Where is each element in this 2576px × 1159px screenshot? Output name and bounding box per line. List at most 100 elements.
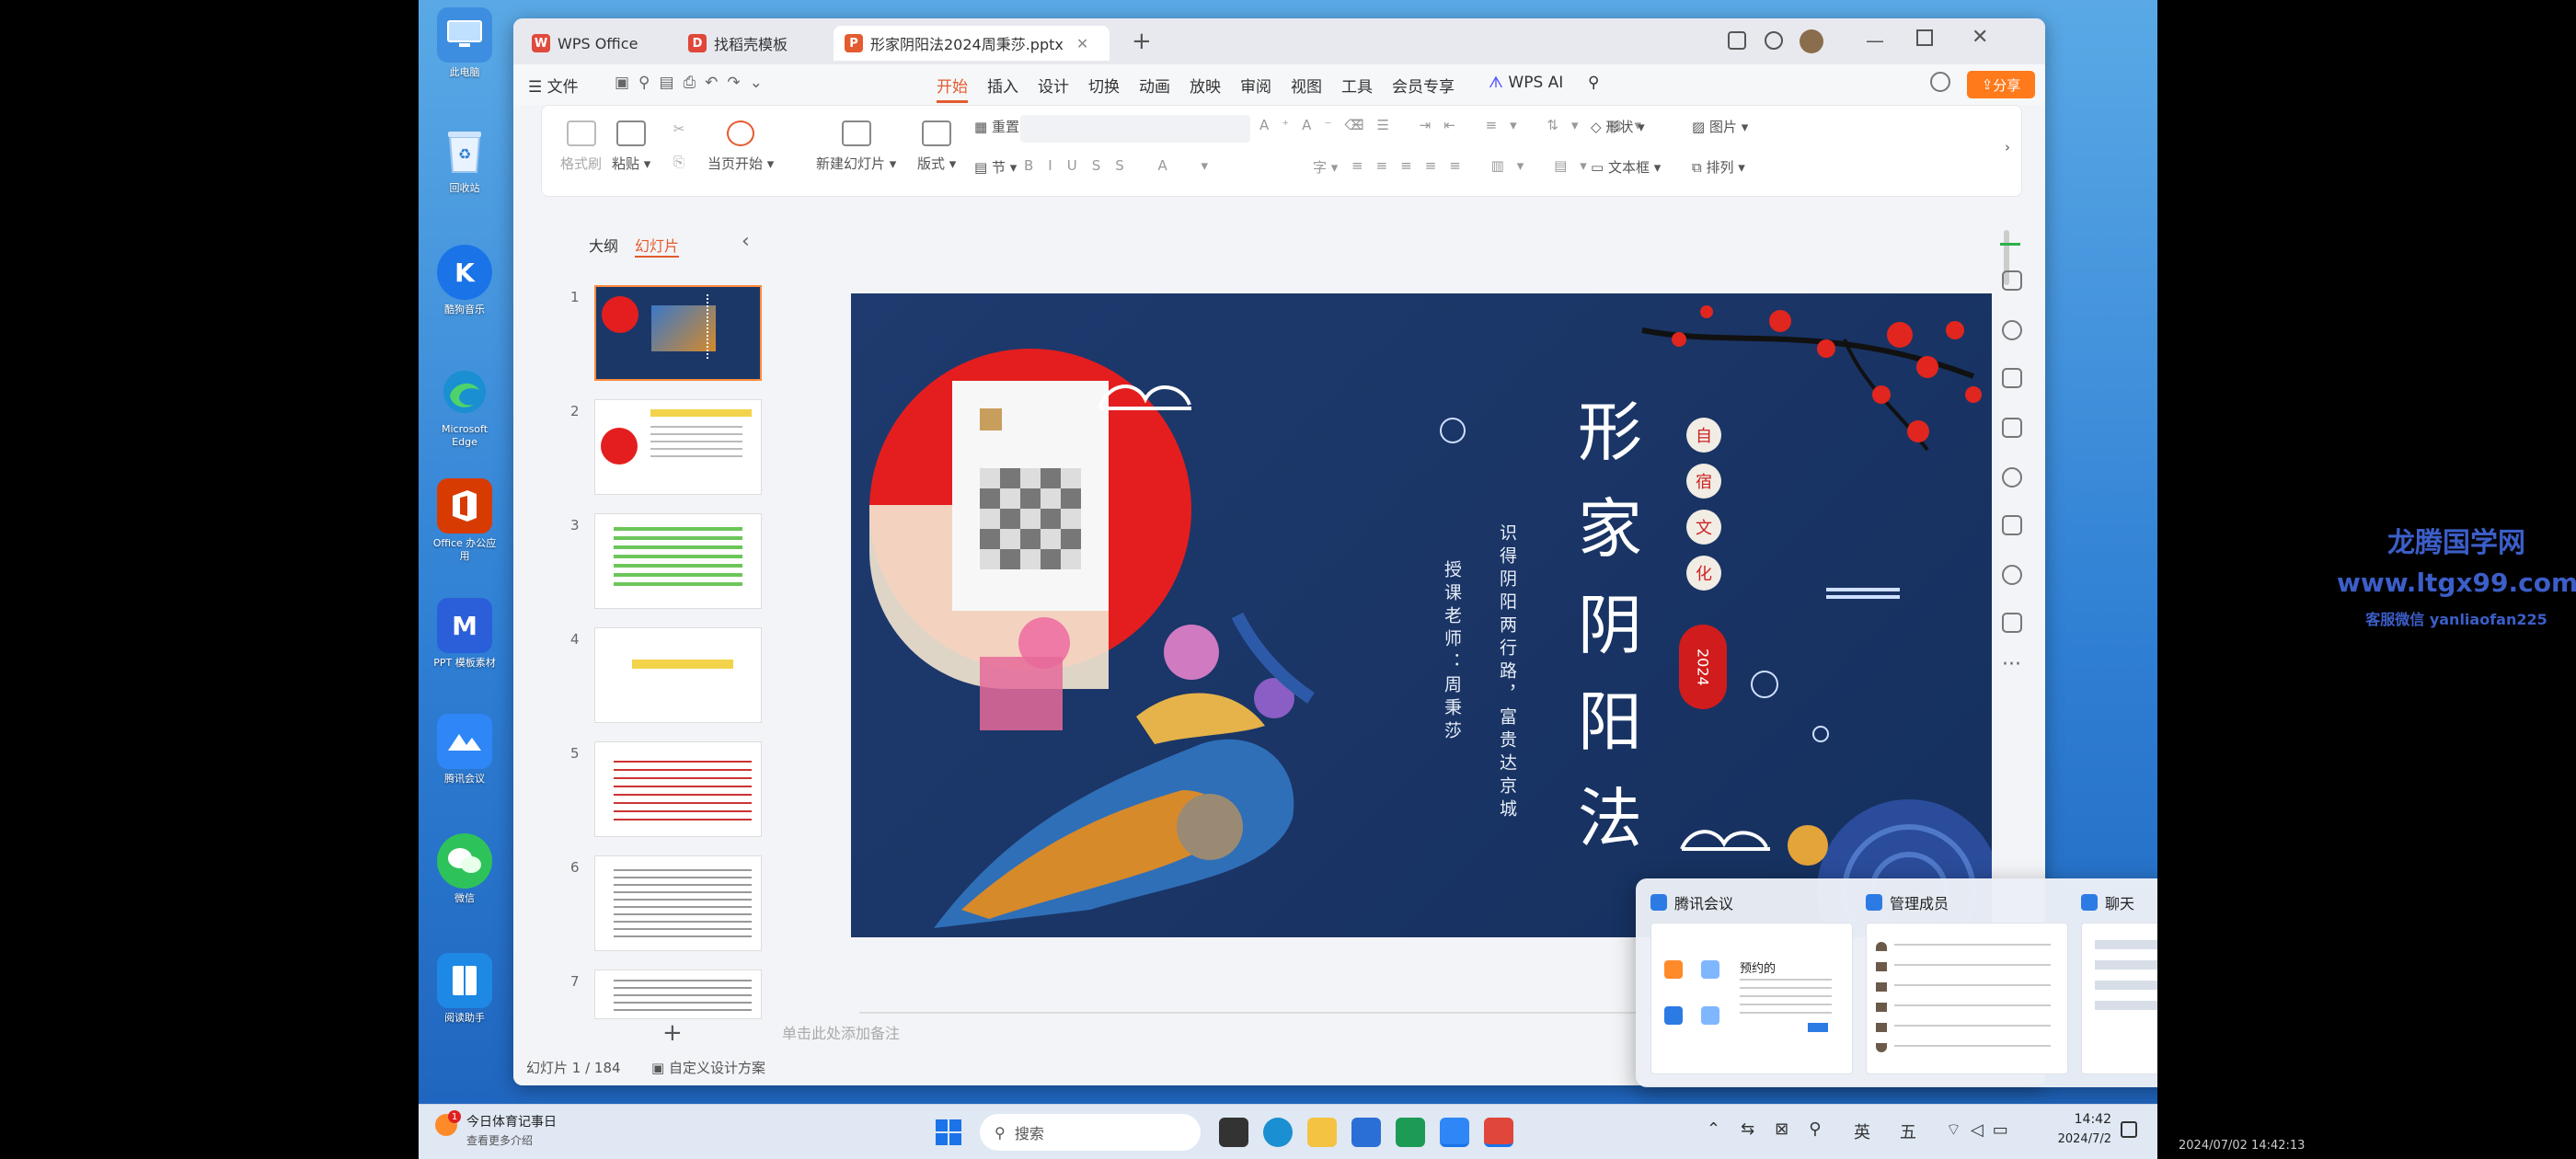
menu-design[interactable]: 设计 — [1038, 74, 1069, 97]
avatar[interactable] — [1800, 29, 1823, 53]
share-node-icon[interactable] — [2002, 467, 2022, 488]
menu-view[interactable]: 视图 — [1291, 74, 1322, 97]
tab-wps-office[interactable]: W WPS Office — [521, 26, 659, 61]
search-box[interactable]: ⚲ 搜索 — [980, 1114, 1201, 1151]
quick-access-icons[interactable]: ▣⚲▤⎙↶↷⌄ — [615, 74, 772, 92]
search-icon[interactable]: ⚲ — [1588, 74, 1599, 92]
share-button[interactable]: ⇪ 分享 — [1967, 71, 2035, 98]
char-spacing-icon[interactable]: 字 ▾ — [1313, 157, 1338, 177]
slide-thumb-5[interactable] — [594, 741, 762, 837]
menu-review[interactable]: 审阅 — [1240, 74, 1271, 97]
add-slide-button[interactable]: + — [662, 1019, 683, 1047]
watermark-title: 龙腾国学网 — [2387, 527, 2525, 559]
layout-button[interactable]: 版式 ▾ — [917, 120, 956, 173]
tab-active-pptx[interactable]: P 形家阴阳法2024周秉莎.pptx ✕ — [834, 26, 1110, 61]
tencent-meeting-icon[interactable] — [1440, 1118, 1469, 1147]
network-volume-battery-icons[interactable]: ⌔◁▭ — [1946, 1119, 2018, 1141]
skin-icon[interactable] — [1765, 31, 1783, 50]
reset-button[interactable]: ▦ 重置 — [974, 117, 1019, 136]
minimize-icon[interactable]: — — [1866, 29, 1884, 52]
cloud-icon[interactable] — [1930, 72, 1950, 92]
preview-tencent-meeting[interactable]: 腾讯会议 预约的 — [1650, 891, 1853, 1074]
news-title[interactable]: 今日体育记事日 — [466, 1112, 557, 1130]
slide-thumb-2[interactable] — [594, 399, 762, 495]
desktop-icon-reader[interactable]: 阅读助手 — [431, 953, 498, 1025]
tab-slides[interactable]: 幻灯片 — [635, 234, 680, 258]
slide-thumb-4[interactable] — [594, 627, 762, 723]
shirt-icon[interactable] — [2002, 613, 2022, 633]
wps-icon[interactable] — [1484, 1118, 1513, 1147]
desktop-icon-recycle-bin[interactable]: ♻ 回收站 — [431, 123, 498, 195]
preview-chat[interactable]: 聊天 — [2081, 891, 2157, 1074]
more-icon[interactable]: ··· — [2002, 653, 2021, 676]
watermark-url: www.ltgx99.com — [2337, 568, 2576, 598]
font-name-select[interactable] — [1020, 115, 1250, 143]
collapse-panel-icon[interactable]: ‹ — [742, 230, 750, 253]
slide-thumb-6[interactable] — [594, 855, 762, 951]
picture-button[interactable]: ▨ 图片 ▾ — [1692, 117, 1748, 136]
shape-button[interactable]: ◇ 形状 ▾ — [1591, 117, 1645, 136]
custom-design-button[interactable]: ▣ 自定义设计方案 — [651, 1058, 765, 1077]
desktop-icon-tencent-meeting[interactable]: 腾讯会议 — [431, 714, 498, 786]
copy-icon[interactable] — [2002, 368, 2022, 388]
ime-wubi[interactable]: 五 — [1900, 1119, 1916, 1143]
notes-placeholder[interactable]: 单击此处添加备注 — [782, 1021, 900, 1043]
star-icon[interactable] — [2002, 320, 2022, 340]
mail-icon[interactable] — [1351, 1118, 1381, 1147]
file-explorer-icon[interactable] — [1307, 1118, 1337, 1147]
image-icon[interactable] — [2002, 418, 2022, 438]
flower-blur — [980, 657, 1063, 730]
slide-canvas[interactable]: 形 家 阴 阳 法 自 宿 文 化 2024 识得阴阳两行路，富贵达京城 授课老… — [851, 293, 1992, 937]
tab-docer-templates[interactable]: D 找稻壳模板 — [677, 26, 824, 61]
play-from-current-button[interactable]: 当页开始 ▾ — [707, 120, 774, 173]
desktop-icon-computer[interactable]: 此电脑 — [431, 7, 498, 79]
close-icon[interactable]: ✕ — [1076, 35, 1088, 52]
menu-member[interactable]: 会员专享 — [1392, 74, 1455, 97]
edge-icon[interactable] — [1263, 1118, 1293, 1147]
menu-slideshow[interactable]: 放映 — [1190, 74, 1221, 97]
section-button[interactable]: ▤ 节 ▾ — [974, 157, 1017, 177]
tab-outline[interactable]: 大纲 — [589, 234, 618, 256]
arrange-button[interactable]: ⧉ 排列 ▾ — [1692, 157, 1745, 177]
desktop-icon-office[interactable]: Office 办公应用 — [431, 478, 498, 563]
clock-time[interactable]: 14:42 — [2047, 1112, 2111, 1127]
ime-english[interactable]: 英 — [1854, 1119, 1870, 1143]
property-icon[interactable] — [2002, 270, 2022, 291]
window-layout-icon[interactable] — [1728, 31, 1746, 50]
clipboard-icon — [616, 120, 647, 146]
preview-manage-members[interactable]: 管理成员 — [1866, 891, 2068, 1074]
menu-transitions[interactable]: 切换 — [1088, 74, 1120, 97]
ribbon-expand-icon[interactable]: › — [2005, 139, 2010, 155]
desktop-icon-edge[interactable]: Microsoft Edge — [431, 364, 498, 449]
menu-animation[interactable]: 动画 — [1139, 74, 1170, 97]
start-button[interactable] — [934, 1118, 963, 1147]
textbox-button[interactable]: ▭ 文本框 ▾ — [1591, 157, 1661, 177]
desktop-icon-wechat[interactable]: 微信 — [431, 833, 498, 905]
tray-icons[interactable]: ⌃⇆⊠⚲ — [1707, 1119, 1841, 1139]
alignment-buttons[interactable]: ≡≡≡≡≡ ▥▾ ▤▾ — [1351, 157, 1600, 174]
desktop-icon-kugou[interactable]: K 酷狗音乐 — [431, 245, 498, 316]
slide-thumb-7[interactable] — [594, 970, 762, 1019]
paste-button[interactable]: 粘贴 ▾ — [612, 120, 650, 173]
slide-thumb-3[interactable] — [594, 513, 762, 609]
slide-thumb-1[interactable] — [594, 285, 762, 381]
cut-copy-icons[interactable]: ✂ ⎘ — [665, 120, 693, 170]
excel-icon[interactable] — [1396, 1118, 1425, 1147]
clock-date[interactable]: 2024/7/2 — [2038, 1132, 2111, 1146]
desktop-icon-ppt-templates[interactable]: M PPT 模板素材 — [431, 598, 498, 670]
menu-tools[interactable]: 工具 — [1341, 74, 1373, 97]
new-slide-button[interactable]: 新建幻灯片 ▾ — [816, 120, 896, 173]
notification-center-icon[interactable] — [2121, 1121, 2137, 1138]
book-icon[interactable] — [2002, 515, 2022, 535]
help-icon[interactable] — [2002, 565, 2022, 585]
font-style-buttons[interactable]: BIUSS A ▾ — [1024, 157, 1223, 174]
format-painter-button[interactable]: 格式刷 — [560, 120, 602, 173]
file-menu[interactable]: ☰ 文件 — [528, 74, 579, 97]
task-view-icon[interactable] — [1219, 1118, 1248, 1147]
window-close-icon[interactable]: ✕ — [1972, 26, 1988, 49]
menu-home[interactable]: 开始 — [937, 74, 968, 103]
menu-insert[interactable]: 插入 — [987, 74, 1018, 97]
new-tab-button[interactable]: + — [1132, 28, 1152, 55]
wps-ai-button[interactable]: ᗑ WPS AI — [1489, 74, 1563, 92]
maximize-icon[interactable] — [1916, 29, 1933, 46]
